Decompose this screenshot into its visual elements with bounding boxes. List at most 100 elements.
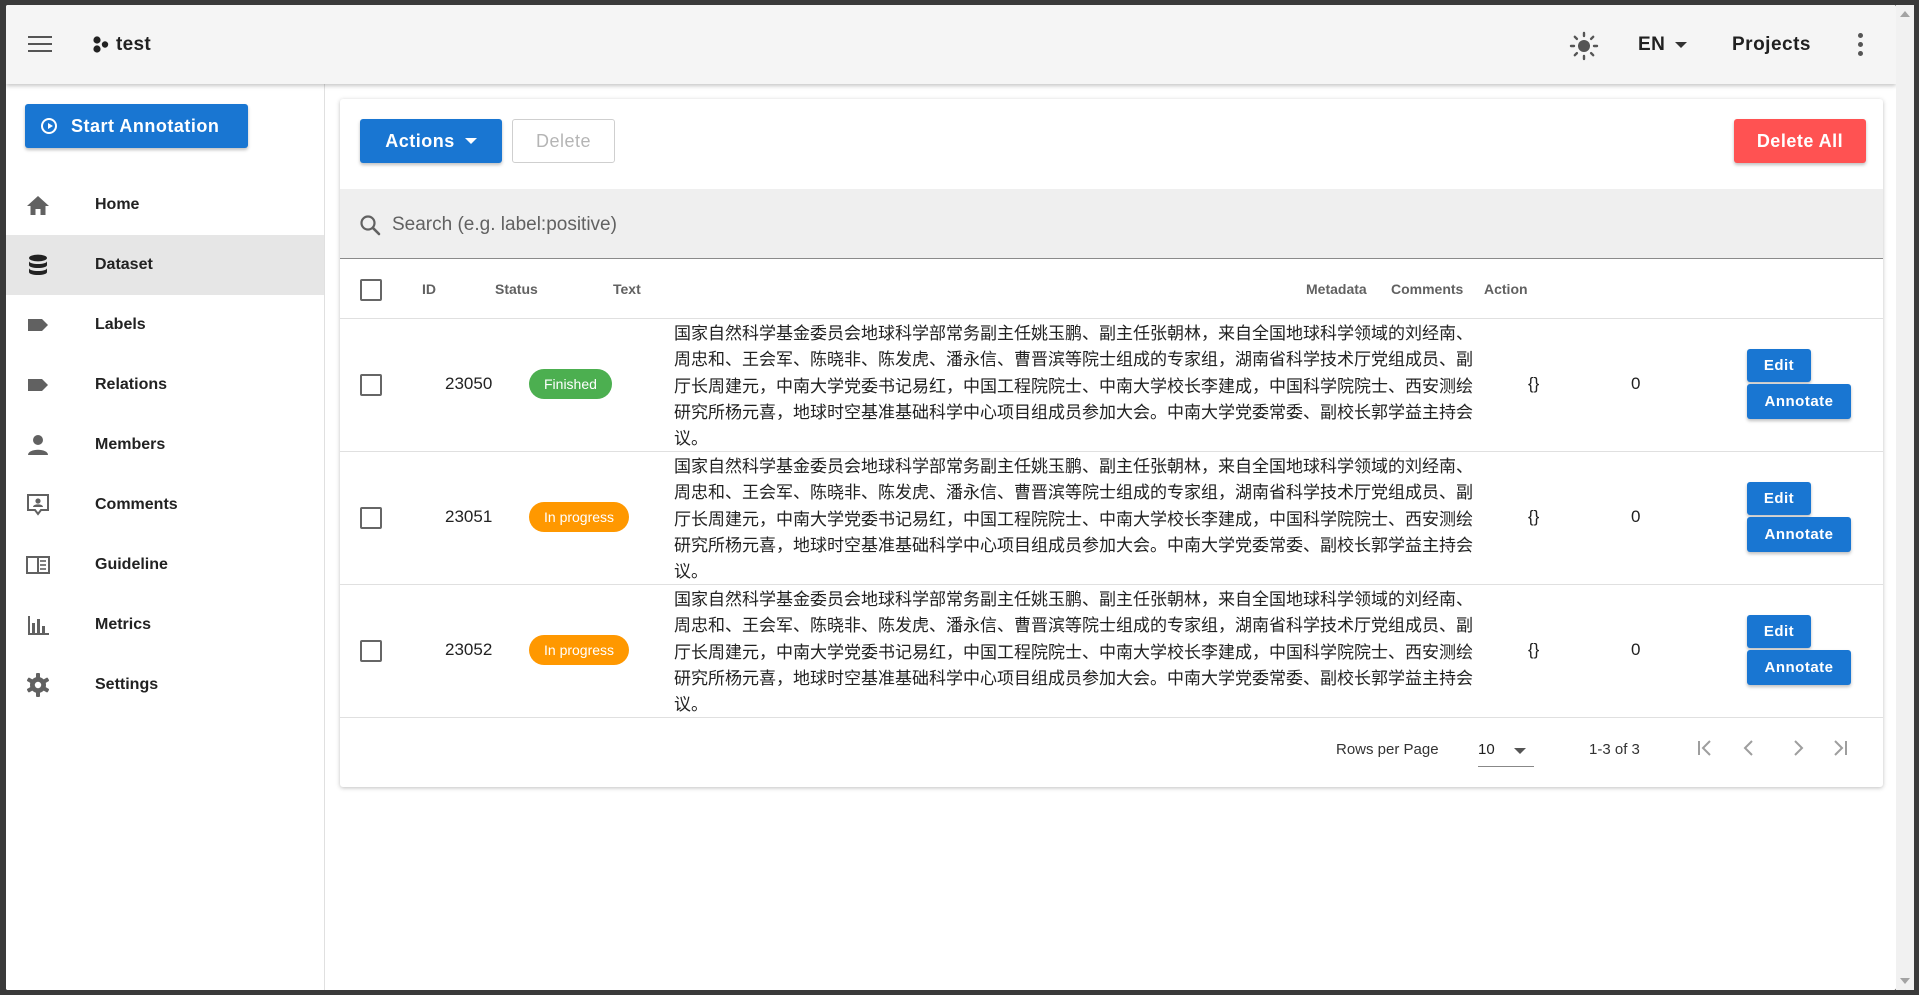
annotate-button[interactable]: Annotate xyxy=(1747,384,1851,419)
row-checkbox[interactable] xyxy=(360,640,382,662)
comment-account-icon xyxy=(27,494,49,516)
app-bar: test EN Projects xyxy=(6,5,1896,84)
app-logo-icon xyxy=(93,36,109,53)
table-row: 23052 In progress 国家自然科学基金委员会地球科学部常务副主任姚… xyxy=(340,585,1883,718)
start-annotation-button[interactable]: Start Annotation xyxy=(25,104,248,148)
table-row: 23051 In progress 国家自然科学基金委员会地球科学部常务副主任姚… xyxy=(340,452,1883,585)
cog-icon xyxy=(26,673,50,697)
sidebar-item-relations[interactable]: Relations xyxy=(6,355,324,415)
search-field xyxy=(340,189,1883,259)
play-circle-icon xyxy=(41,118,57,134)
rows-per-page-value: 10 xyxy=(1478,741,1495,758)
table-header: ID Status Text Metadata Comments Action xyxy=(340,260,1883,319)
first-page-icon[interactable] xyxy=(1693,736,1717,760)
row-checkbox[interactable] xyxy=(360,507,382,529)
home-icon xyxy=(27,196,49,215)
edit-button[interactable]: Edit xyxy=(1747,615,1811,648)
row-comments-count: 0 xyxy=(1631,507,1641,526)
column-header-status[interactable]: Status xyxy=(495,281,538,297)
book-open-icon xyxy=(26,556,50,574)
actions-menu-button[interactable]: Actions xyxy=(360,119,502,163)
delete-all-button[interactable]: Delete All xyxy=(1734,119,1866,163)
sidebar-item-label: Guideline xyxy=(95,556,168,573)
sidebar-item-label: Labels xyxy=(95,316,146,333)
chevron-down-icon xyxy=(1514,748,1526,754)
next-page-icon[interactable] xyxy=(1786,736,1810,760)
language-select[interactable]: EN xyxy=(1638,34,1688,56)
column-header-id[interactable]: ID xyxy=(422,281,436,297)
sidebar-item-label: Comments xyxy=(95,496,178,513)
sidebar: Start Annotation Home Dataset Labels Rel… xyxy=(6,84,325,990)
more-vert-icon[interactable] xyxy=(1856,33,1864,57)
page-scrollbar[interactable] xyxy=(1896,5,1914,990)
pagination-range: 1-3 of 3 xyxy=(1589,741,1640,758)
row-text: 国家自然科学基金委员会地球科学部常务副主任姚玉鹏、副主任张朝林，来自全国地球科学… xyxy=(674,324,1473,449)
row-text: 国家自然科学基金委员会地球科学部常务副主任姚玉鹏、副主任张朝林，来自全国地球科学… xyxy=(674,457,1473,582)
row-metadata: {} xyxy=(1528,640,1540,659)
start-annotation-label: Start Annotation xyxy=(71,115,220,136)
row-text: 国家自然科学基金委员会地球科学部常务副主任姚玉鹏、副主任张朝林，来自全国地球科学… xyxy=(674,590,1473,715)
browser-window: test EN Projects Start Annotation Home D… xyxy=(6,5,1896,990)
annotate-button[interactable]: Annotate xyxy=(1747,650,1851,685)
account-icon xyxy=(28,435,48,455)
delete-button[interactable]: Delete xyxy=(512,119,615,163)
label-icon xyxy=(28,319,48,331)
sidebar-item-label: Home xyxy=(95,196,140,213)
scroll-down-icon[interactable] xyxy=(1900,978,1910,984)
select-all-checkbox[interactable] xyxy=(360,279,382,301)
status-badge: In progress xyxy=(529,502,630,532)
edit-button[interactable]: Edit xyxy=(1747,482,1811,515)
status-badge: In progress xyxy=(529,635,630,665)
projects-link[interactable]: Projects xyxy=(1732,34,1811,56)
database-icon xyxy=(29,254,47,275)
sidebar-item-home[interactable]: Home xyxy=(6,175,324,235)
row-comments-count: 0 xyxy=(1631,374,1641,393)
search-input[interactable] xyxy=(390,207,1794,243)
language-label: EN xyxy=(1638,34,1666,55)
sidebar-item-labels[interactable]: Labels xyxy=(6,295,324,355)
row-comments-count: 0 xyxy=(1631,640,1641,659)
rows-per-page-label: Rows per Page xyxy=(1336,741,1439,758)
sidebar-item-label: Metrics xyxy=(95,616,152,633)
sidebar-item-label: Dataset xyxy=(95,256,153,273)
column-header-comments[interactable]: Comments xyxy=(1391,281,1463,297)
search-icon xyxy=(360,215,381,236)
annotate-button[interactable]: Annotate xyxy=(1747,517,1851,552)
sidebar-nav: Home Dataset Labels Relations Members Co… xyxy=(6,175,324,715)
sidebar-item-label: Members xyxy=(95,436,166,453)
sidebar-item-guideline[interactable]: Guideline xyxy=(6,535,324,595)
sidebar-item-settings[interactable]: Settings xyxy=(6,655,324,715)
label-icon xyxy=(28,379,48,391)
row-checkbox[interactable] xyxy=(360,374,382,396)
sidebar-item-label: Relations xyxy=(95,376,168,393)
chevron-down-icon xyxy=(1675,41,1688,48)
project-name[interactable]: test xyxy=(116,34,151,56)
column-header-metadata[interactable]: Metadata xyxy=(1306,281,1367,297)
column-header-text[interactable]: Text xyxy=(613,281,641,297)
rows-per-page-select[interactable]: 10 xyxy=(1478,736,1534,767)
table-row: 23050 Finished 国家自然科学基金委员会地球科学部常务副主任姚玉鹏、… xyxy=(340,319,1883,452)
last-page-icon[interactable] xyxy=(1828,736,1852,760)
row-metadata: {} xyxy=(1528,374,1540,393)
sidebar-item-comments[interactable]: Comments xyxy=(6,475,324,535)
status-badge: Finished xyxy=(529,369,612,399)
previous-page-icon[interactable] xyxy=(1737,736,1761,760)
chart-bar-icon xyxy=(28,616,49,635)
column-header-action: Action xyxy=(1484,281,1528,297)
row-id: 23052 xyxy=(445,640,493,659)
row-id: 23050 xyxy=(445,374,493,393)
row-id: 23051 xyxy=(445,507,493,526)
theme-toggle-icon[interactable] xyxy=(1569,31,1599,61)
sidebar-item-label: Settings xyxy=(95,676,159,693)
scroll-up-icon[interactable] xyxy=(1900,11,1910,17)
dataset-card: Actions Delete Delete All ID Status Text… xyxy=(340,99,1883,787)
sidebar-item-dataset[interactable]: Dataset xyxy=(6,235,324,295)
sidebar-item-metrics[interactable]: Metrics xyxy=(6,595,324,655)
menu-icon[interactable] xyxy=(28,36,52,54)
edit-button[interactable]: Edit xyxy=(1747,349,1811,382)
sidebar-item-members[interactable]: Members xyxy=(6,415,324,475)
actions-label: Actions xyxy=(385,130,455,151)
table-footer: Rows per Page 10 1-3 of 3 xyxy=(340,716,1883,786)
row-metadata: {} xyxy=(1528,507,1540,526)
chevron-down-icon xyxy=(464,138,477,144)
